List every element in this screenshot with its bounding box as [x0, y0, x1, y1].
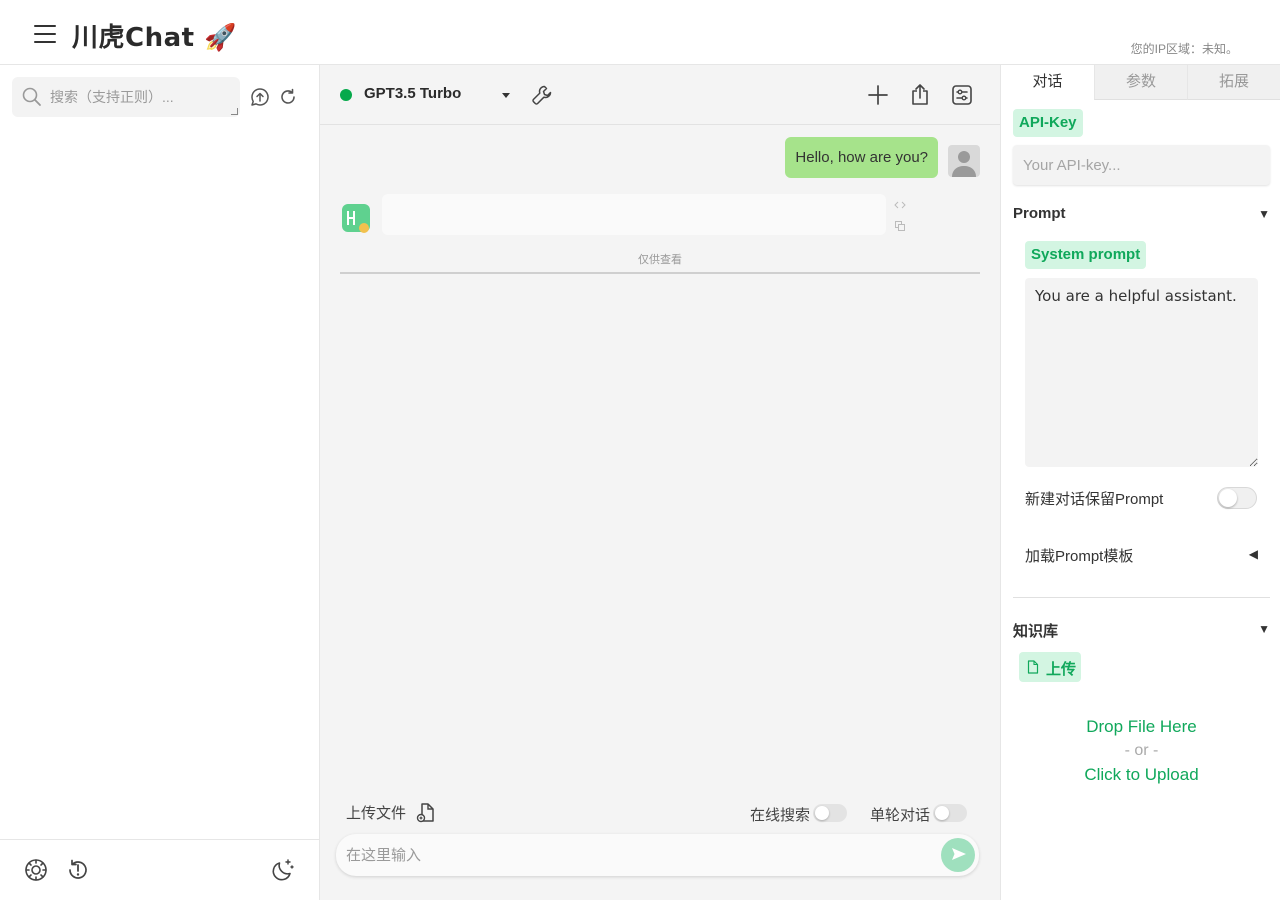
- new-chat-plus-icon[interactable]: [866, 83, 890, 107]
- user-avatar: [948, 145, 980, 177]
- history-search-input[interactable]: [50, 86, 230, 108]
- chevron-down-icon: [502, 93, 510, 98]
- settings-icon[interactable]: [23, 857, 49, 883]
- resize-handle[interactable]: [231, 108, 238, 115]
- chat-input-box: [336, 834, 979, 876]
- model-status-indicator: [340, 89, 352, 101]
- model-select-dropdown[interactable]: GPT3.5 Turbo: [364, 85, 514, 107]
- refresh-icon[interactable]: [276, 85, 300, 109]
- chat-toolbar: GPT3.5 Turbo: [320, 65, 1000, 125]
- history-icon[interactable]: [65, 857, 91, 883]
- chat-input[interactable]: [346, 844, 936, 866]
- file-drop-zone[interactable]: Drop File Here - or - Click to Upload: [1013, 715, 1270, 825]
- history-search-box: [12, 77, 240, 117]
- chat-options-bar: 上传文件 在线搜索 单轮对话: [320, 802, 1000, 826]
- file-upload-icon[interactable]: [416, 802, 436, 829]
- view-only-label: 仅供查看: [638, 254, 682, 266]
- sidebar-footer: [0, 839, 319, 900]
- chat-divider: [340, 272, 980, 274]
- wrench-icon[interactable]: [530, 83, 554, 107]
- tab-chat[interactable]: 对话: [1001, 65, 1094, 100]
- keep-prompt-label: 新建对话保留Prompt: [1025, 491, 1164, 508]
- copy-icon[interactable]: [894, 219, 906, 231]
- panel-tabs: 对话 参数 拓展: [1001, 65, 1280, 100]
- bot-avatar: [342, 204, 370, 233]
- dark-mode-icon[interactable]: [270, 857, 296, 883]
- chat-area: GPT3.5 Turbo Hello, how are you? 仅供查看 上传…: [320, 65, 1000, 900]
- hamburger-menu-icon[interactable]: [31, 22, 59, 46]
- knowledge-section-title: 知识库: [1013, 623, 1059, 640]
- share-icon[interactable]: [908, 83, 932, 107]
- bot-message-bubble: [382, 194, 886, 235]
- tab-params[interactable]: 参数: [1094, 65, 1187, 100]
- single-turn-toggle[interactable]: [933, 804, 967, 822]
- expand-arrow-icon[interactable]: ◀: [1249, 547, 1258, 561]
- drop-file-text: Drop File Here: [1086, 717, 1197, 736]
- system-prompt-label: System prompt: [1025, 241, 1147, 269]
- history-sidebar: [0, 65, 320, 900]
- search-icon: [22, 87, 41, 106]
- upload-button-label: 上传: [1046, 661, 1077, 678]
- click-to-upload-text: Click to Upload: [1084, 765, 1199, 784]
- api-key-label: API-Key: [1013, 109, 1083, 137]
- user-message-bubble: Hello, how are you?: [785, 137, 938, 178]
- online-search-label: 在线搜索: [750, 807, 811, 824]
- single-turn-label: 单轮对话: [870, 807, 931, 824]
- section-divider: [1013, 597, 1270, 598]
- ip-region-info: 您的IP区域：未知。: [1130, 42, 1238, 56]
- model-name: GPT3.5 Turbo: [364, 85, 462, 102]
- send-button[interactable]: [941, 838, 975, 872]
- api-key-input[interactable]: [1013, 145, 1270, 185]
- online-search-toggle[interactable]: [813, 804, 847, 822]
- settings-panel: 对话 参数 拓展 API-Key Prompt ▼ System prompt …: [1000, 65, 1280, 900]
- knowledge-upload-button[interactable]: 上传: [1019, 652, 1081, 682]
- collapse-arrow-icon[interactable]: ▼: [1258, 207, 1270, 221]
- load-template-label[interactable]: 加载Prompt模板: [1025, 545, 1133, 566]
- settings-sliders-icon[interactable]: [950, 83, 974, 107]
- app-header: 川虎Chat 🚀 您的IP区域：未知。: [0, 0, 1280, 65]
- or-text: - or -: [1124, 742, 1159, 759]
- collapse-arrow-icon[interactable]: ▼: [1258, 622, 1270, 636]
- keep-prompt-toggle[interactable]: [1217, 487, 1257, 509]
- upload-history-icon[interactable]: [248, 85, 272, 109]
- tab-extensions[interactable]: 拓展: [1187, 65, 1280, 100]
- code-view-icon[interactable]: [894, 198, 906, 210]
- app-title: 川虎Chat 🚀: [72, 23, 237, 53]
- system-prompt-textarea[interactable]: You are a helpful assistant.: [1025, 278, 1258, 467]
- file-icon: [1027, 660, 1039, 674]
- prompt-section-title: Prompt: [1013, 205, 1066, 222]
- upload-file-button[interactable]: 上传文件: [346, 802, 406, 823]
